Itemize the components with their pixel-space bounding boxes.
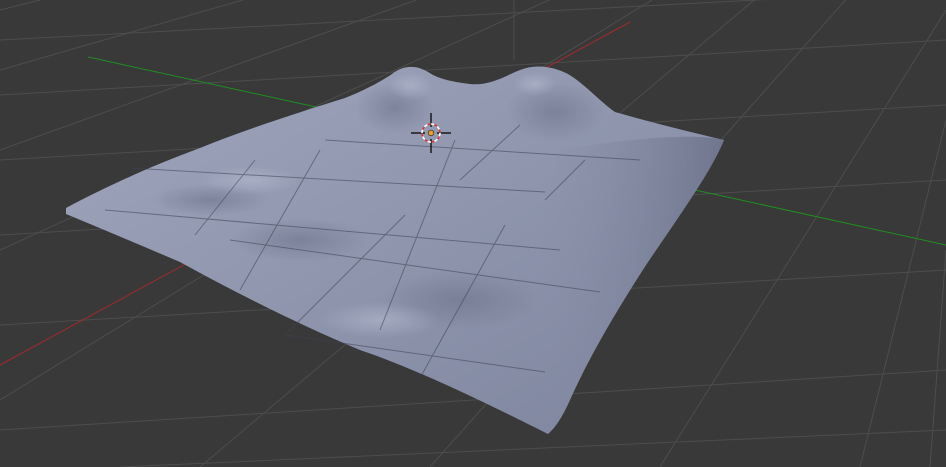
- hill-light-left: [388, 72, 432, 100]
- ridge-light-2: [200, 166, 300, 194]
- 3d-viewport[interactable]: [0, 0, 946, 467]
- hill-light-right: [513, 72, 557, 96]
- viewport-canvas[interactable]: [0, 0, 946, 467]
- ridge-light-1: [320, 302, 440, 338]
- ridge-shadow-1: [230, 218, 370, 262]
- terrain-mesh[interactable]: [66, 66, 724, 435]
